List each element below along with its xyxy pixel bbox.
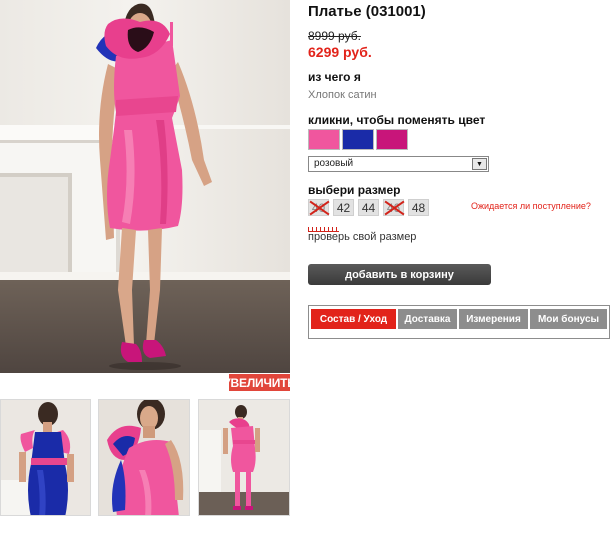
material-label: из чего я xyxy=(308,70,361,84)
old-price: 8999 руб. xyxy=(308,29,361,43)
size-option-44[interactable]: 44 xyxy=(358,199,379,216)
color-swatch-magenta[interactable] xyxy=(376,129,408,150)
thumbnail-ruffle-closeup[interactable] xyxy=(98,399,190,516)
check-size-link[interactable]: проверь свой размер xyxy=(308,231,416,243)
tab-my-bonuses[interactable]: Мои бонусы xyxy=(530,309,607,329)
size-option-40[interactable]: 40 xyxy=(308,199,329,216)
sale-price: 6299 руб. xyxy=(308,44,372,60)
color-dropdown-value: розовый xyxy=(314,158,354,169)
color-swatch-blue[interactable] xyxy=(342,129,374,150)
color-dropdown[interactable]: розовый ▼ xyxy=(308,156,489,172)
thumbnail-full-length-image xyxy=(199,400,289,515)
color-label: кликни, чтобы поменять цвет xyxy=(308,113,486,127)
notify-restock-link[interactable]: Ожидается ли поступление? xyxy=(471,201,591,211)
tab-composition-care[interactable]: Состав / Уход xyxy=(311,309,396,329)
size-option-46[interactable]: 46 xyxy=(383,199,404,216)
zoom-button[interactable]: УВЕЛИЧИТЬ xyxy=(223,374,296,391)
main-product-photo[interactable] xyxy=(0,0,290,373)
tab-measurements[interactable]: Измерения xyxy=(459,309,528,329)
product-title: Платье (031001) xyxy=(308,3,426,20)
chevron-down-icon[interactable]: ▼ xyxy=(472,158,487,170)
tab-delivery[interactable]: Доставка xyxy=(398,309,457,329)
size-option-48[interactable]: 48 xyxy=(408,199,429,216)
add-to-cart-button[interactable]: добавить в корзину xyxy=(308,264,491,285)
thumbnail-back-view[interactable] xyxy=(0,399,91,516)
model-in-pink-dress-image xyxy=(96,3,212,370)
size-label: выбери размер xyxy=(308,183,401,197)
thumbnail-full-length[interactable] xyxy=(198,399,290,516)
thumbnail-back-view-image xyxy=(1,400,90,515)
info-tabs: Состав / Уход Доставка Измерения Мои бон… xyxy=(308,305,610,339)
thumbnail-ruffle-closeup-image xyxy=(99,400,189,515)
color-swatch-pink[interactable] xyxy=(308,129,340,150)
material-value: Хлопок сатин xyxy=(308,89,377,101)
size-option-42[interactable]: 42 xyxy=(333,199,354,216)
